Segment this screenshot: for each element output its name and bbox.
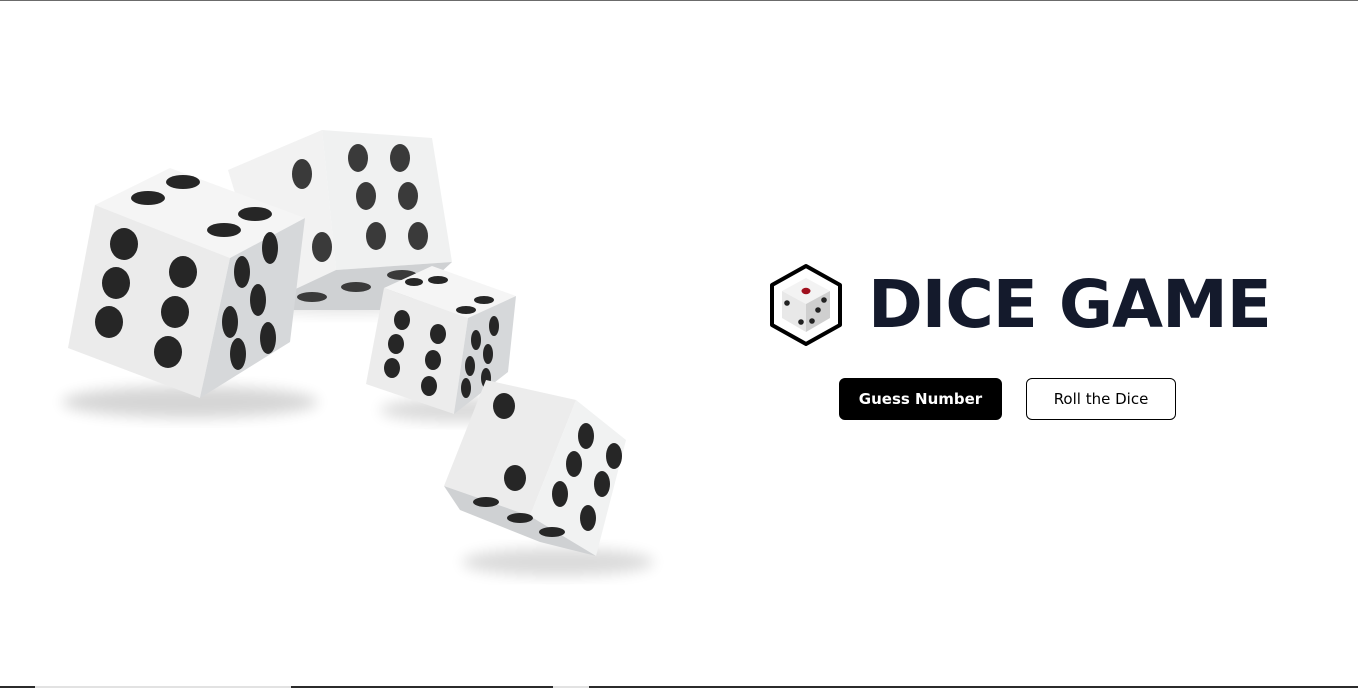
dice-illustration (62, 130, 654, 576)
brand-header: DICE GAME (768, 262, 1272, 348)
guess-number-button[interactable]: Guess Number (839, 378, 1002, 420)
die-front (444, 380, 654, 576)
top-divider (0, 0, 1358, 1)
roll-dice-button[interactable]: Roll the Dice (1026, 378, 1176, 420)
home-page: DICE GAME Guess Number Roll the Dice (0, 0, 1358, 688)
page-title: DICE GAME (868, 266, 1272, 343)
dice-cube-icon (770, 264, 842, 346)
action-buttons: Guess Number Roll the Dice (839, 378, 1176, 420)
